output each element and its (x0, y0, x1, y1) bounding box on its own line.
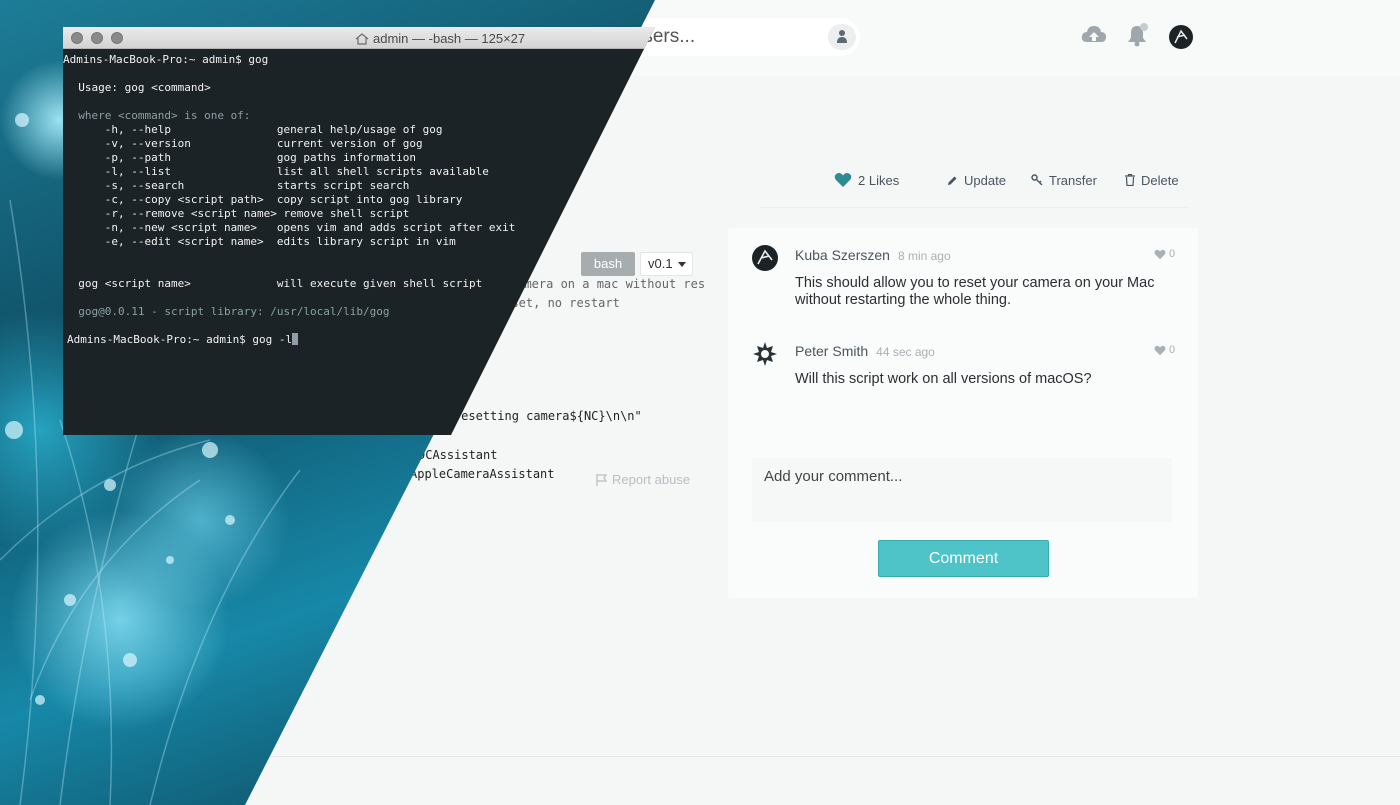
divider (760, 207, 1190, 208)
code-line: AppleCameraAssistant (410, 467, 555, 481)
comment-like-count: 0 (1169, 344, 1176, 356)
terminal-line: -s, --search starts script search (65, 179, 410, 192)
maximize-button[interactable] (111, 32, 123, 44)
notification-bell-icon[interactable] (1124, 22, 1150, 48)
trash-icon (1125, 174, 1135, 186)
terminal-prompt: Admins-MacBook-Pro:~ admin$ gog -l (67, 333, 293, 346)
report-abuse-label: Report abuse (612, 472, 691, 487)
heart-icon (1154, 345, 1166, 355)
terminal-line: -v, --version current version of gog (65, 137, 423, 150)
comment-submit-button[interactable]: Comment (878, 540, 1049, 577)
code-line: camera on a mac without res (510, 277, 706, 291)
comment-like-button[interactable]: 0 (1154, 248, 1175, 260)
flag-icon (596, 473, 608, 486)
key-icon (1031, 174, 1043, 186)
terminal-line: Usage: gog <command> (65, 81, 211, 94)
user-search-toggle[interactable] (828, 24, 856, 50)
comment-body: This should allow you to reset your came… (795, 275, 1155, 308)
report-abuse-link[interactable]: Report abuse (596, 472, 690, 487)
terminal-line: -l, --list list all shell scripts availa… (65, 165, 489, 178)
comment-like-button[interactable]: 0 (1154, 344, 1175, 356)
likes-count: 2 Likes (858, 172, 900, 188)
terminal-line: gog@0.0.11 - script library: /usr/local/… (65, 305, 390, 318)
update-label: Update (964, 172, 1006, 188)
comment-body: Will this script work on all versions of… (795, 371, 1092, 387)
transfer-label: Transfer (1049, 172, 1097, 188)
caret-down-icon (678, 262, 686, 267)
terminal-line: gog <script name> will execute given she… (65, 277, 483, 290)
home-folder-icon (355, 32, 369, 45)
heart-icon (834, 173, 852, 187)
terminal-line: -p, --path gog paths information (65, 151, 416, 164)
terminal-line: -c, --copy <script path> copy script int… (65, 193, 463, 206)
code-line: DCAssistant (418, 448, 498, 462)
language-badge[interactable]: bash (581, 252, 635, 276)
avatar-image (753, 342, 777, 366)
terminal-line: -e, --edit <script name> edits library s… (65, 235, 456, 248)
terminal-title-text: admin — -bash — 125×27 (373, 31, 526, 46)
version-value: v0.1 (648, 256, 673, 271)
commenter-avatar[interactable] (752, 245, 778, 271)
close-button[interactable] (71, 32, 83, 44)
cloud-upload-icon[interactable] (1081, 24, 1107, 46)
user-avatar[interactable] (1169, 25, 1193, 49)
terminal-line: -r, --remove <script name> remove shell … (65, 207, 410, 220)
avatar-image (1174, 29, 1188, 44)
terminal-line: -h, --help general help/usage of gog (65, 123, 443, 136)
terminal-cursor (292, 333, 299, 345)
commenter-avatar[interactable] (752, 341, 778, 367)
delete-label: Delete (1141, 172, 1179, 188)
heart-icon (1154, 249, 1166, 259)
terminal-prompt-line: Admins-MacBook-Pro:~ admin$ gog -l (67, 333, 299, 346)
footer-divider (250, 756, 1400, 757)
terminal-line: where <command> is one of: (65, 109, 251, 122)
comment-author[interactable]: Kuba Szerszen (795, 247, 890, 263)
pencil-icon (948, 176, 957, 185)
version-select[interactable]: v0.1 (640, 252, 693, 276)
avatar-image (757, 249, 773, 265)
minimize-button[interactable] (91, 32, 103, 44)
comment-header: Kuba Szerszen 8 min ago (795, 247, 951, 263)
comment-author[interactable]: Peter Smith (795, 343, 868, 359)
comment-header: Peter Smith 44 sec ago (795, 343, 935, 359)
user-icon (837, 30, 847, 43)
update-button[interactable]: Update (947, 170, 1006, 190)
delete-button[interactable]: Delete (1125, 170, 1179, 190)
terminal-titlebar[interactable]: admin — -bash — 125×27 (63, 27, 655, 49)
comment-time: 44 sec ago (876, 345, 935, 359)
comment-input[interactable] (752, 458, 1172, 522)
terminal-line: Admins-MacBook-Pro:~ admin$ gog (63, 53, 269, 66)
comment-time: 8 min ago (897, 249, 951, 263)
terminal-title: admin — -bash — 125×27 (355, 31, 525, 46)
terminal-line: -n, --new <script name> opens vim and ad… (65, 221, 516, 234)
transfer-button[interactable]: Transfer (1031, 170, 1097, 190)
likes-button[interactable]: 2 Likes (834, 170, 899, 190)
comment-like-count: 0 (1169, 248, 1176, 260)
